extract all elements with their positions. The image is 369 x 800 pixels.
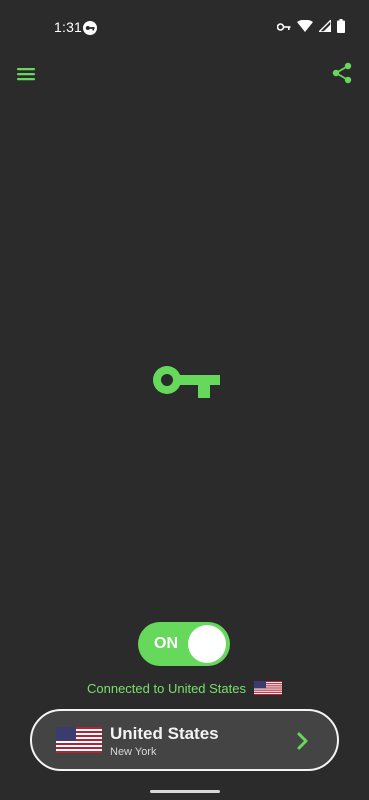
- home-indicator[interactable]: [150, 790, 220, 793]
- vpn-key-status-icon: [82, 20, 98, 36]
- toggle-knob: [188, 625, 226, 663]
- vpn-toggle-switch[interactable]: ON: [138, 622, 230, 666]
- connection-status-text: Connected to United States: [87, 680, 246, 696]
- hamburger-menu-icon: [16, 68, 36, 88]
- location-selector-card[interactable]: United States New York: [30, 709, 339, 771]
- vpn-key-icon: [276, 19, 291, 37]
- location-city: New York: [110, 746, 157, 758]
- battery-icon: [337, 18, 345, 38]
- status-icons: [276, 18, 345, 38]
- status-bar: 1:31: [0, 0, 369, 56]
- share-icon: [331, 62, 353, 88]
- menu-button[interactable]: [16, 64, 36, 84]
- us-flag-icon: [254, 681, 282, 695]
- status-time: 1:31: [54, 19, 83, 35]
- chevron-right-icon: [295, 731, 311, 751]
- share-button[interactable]: [331, 62, 353, 84]
- toggle-state-label: ON: [154, 635, 178, 652]
- location-country: United States: [110, 724, 219, 743]
- connection-status: Connected to United States: [0, 680, 369, 696]
- cellular-signal-icon: [317, 18, 332, 37]
- key-icon: [150, 364, 220, 400]
- us-flag-icon: [56, 727, 102, 753]
- wifi-icon: [297, 19, 313, 37]
